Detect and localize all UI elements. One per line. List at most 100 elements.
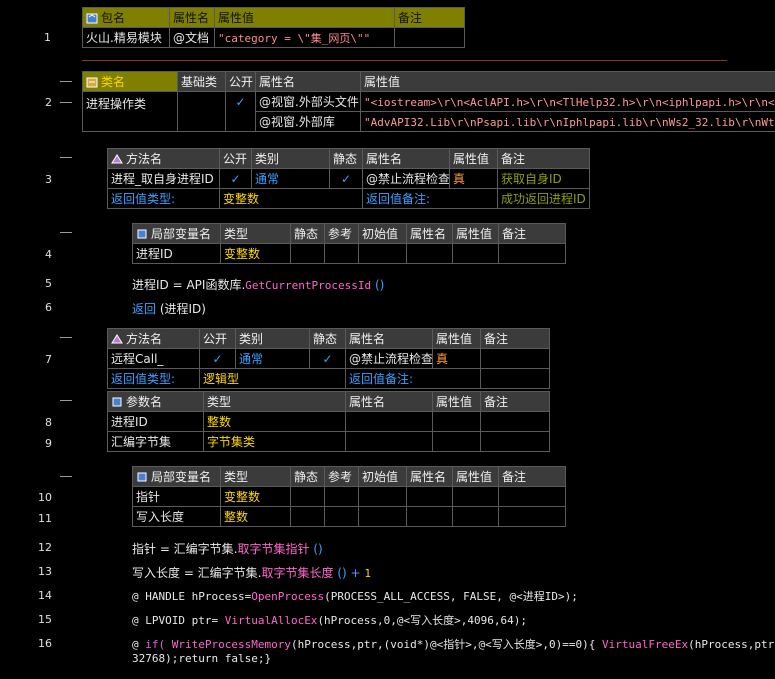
attr-name-header: 属性名 [406,223,453,244]
static-cell[interactable] [290,243,325,264]
type-cell[interactable]: 整数 [220,506,291,527]
static-check-icon[interactable]: ✓ [309,348,346,369]
note-cell[interactable] [498,243,566,264]
static-header: 静态 [290,223,325,244]
public-header: 公开 [225,71,256,92]
local-var-table: 局部变量名 类型 静态 参考 初始值 属性名 属性值 备注 指针 变整数 写入长… [132,466,566,527]
public-check-icon[interactable]: ✓ [199,348,236,369]
fold-toggle[interactable] [60,102,72,103]
ref-cell[interactable] [324,506,359,527]
category-cell[interactable]: 通常 [251,168,330,189]
note-cell[interactable] [498,506,566,527]
attr-name-cell[interactable] [406,506,453,527]
attr-name-cell[interactable] [406,486,453,507]
attr-name-cell[interactable]: @文档 [169,27,215,48]
init-value-cell[interactable] [358,506,407,527]
attr-name-header: 属性名 [362,148,450,169]
fold-toggle[interactable] [60,232,72,233]
code-line-wrap[interactable]: 32768);return false;} [132,652,271,665]
note-cell[interactable] [480,431,550,452]
code-text: 进程ID [132,278,169,292]
function-call: 取字节集长度 [261,566,334,580]
attr-value-cell[interactable]: "<iostream>\r\n<AclAPI.h>\r\n<TlHelp32.h… [360,91,775,112]
number-literal: 1 [364,567,372,580]
fold-toggle[interactable] [60,81,72,82]
local-var-name-cell[interactable]: 指针 [132,486,221,507]
note-cell[interactable] [480,411,550,432]
param-name-cell[interactable]: 进程ID [107,411,204,432]
attr-name-cell[interactable] [406,243,453,264]
line-number: 13 [38,565,52,578]
method-table: 方法名 公开 类别 静态 属性名 属性值 备注 进程_取自身进程ID ✓ 通常 … [107,148,590,209]
code-text: (进程ID) [156,302,206,316]
note-header: 备注 [394,7,465,28]
base-class-header: 基础类 [177,71,226,92]
attr-value-cell[interactable] [432,411,481,432]
fold-toggle[interactable] [60,337,72,338]
line-number: 14 [38,589,52,602]
return-type-cell[interactable]: 变整数 [219,188,363,209]
static-cell[interactable] [290,506,325,527]
type-cell[interactable]: 整数 [203,411,346,432]
attr-value-cell[interactable] [452,486,499,507]
attr-name-cell[interactable]: @禁止流程检查 [345,348,433,369]
static-cell[interactable] [290,486,325,507]
base-class-cell[interactable] [177,91,226,132]
param-name-cell[interactable]: 汇编字节集 [107,431,204,452]
attr-value-header: 属性值 [452,466,499,487]
note-cell[interactable]: 获取自身ID [497,168,590,189]
attr-name-header: 属性名 [169,7,215,28]
ref-cell[interactable] [324,243,359,264]
code-text: @ [132,638,146,651]
code-line[interactable]: 指针 = 汇编字节集.取字节集指针 () [132,540,323,557]
return-type-cell[interactable]: 逻辑型 [199,368,346,389]
note-cell[interactable] [394,27,465,48]
local-var-name-cell[interactable]: 写入长度 [132,506,221,527]
return-note-cell[interactable]: 成功返回进程ID [497,188,590,209]
note-cell[interactable] [480,348,550,369]
code-line[interactable]: @ if( WriteProcessMemory(hProcess,ptr,(v… [132,636,775,652]
attr-name-cell[interactable] [345,411,433,432]
return-note-cell[interactable] [480,368,550,389]
method-name-cell[interactable]: 远程Call_ [107,348,200,369]
class-name-cell[interactable]: 进程操作类 [82,91,178,132]
code-line[interactable]: @ LPVOID ptr= VirtualAllocEx(hProcess,0,… [132,612,527,628]
code-line[interactable]: 写入长度 = 汇编字节集.取字节集长度 () + 1 [132,564,371,581]
attr-value-cell[interactable]: "category = \"集_网页\"" [214,27,395,48]
attr-value-cell[interactable]: 真 [449,168,498,189]
code-line[interactable]: @ HANDLE hProcess=OpenProcess(PROCESS_AL… [132,588,578,604]
code-line[interactable]: 进程ID = API函数库.GetCurrentProcessId () [132,276,384,293]
attr-value-cell[interactable] [432,431,481,452]
attr-value-cell[interactable] [452,506,499,527]
attr-name-cell[interactable] [345,431,433,452]
method-name-cell[interactable]: 进程_取自身进程ID [107,168,220,189]
fold-toggle[interactable] [60,476,72,477]
attr-name-cell[interactable]: @视窗.外部库 [255,111,361,132]
line-number: 12 [38,541,52,554]
fold-toggle[interactable] [60,400,72,401]
type-cell[interactable]: 字节集类 [203,431,346,452]
attr-value-cell[interactable]: 真 [432,348,481,369]
local-var-name-cell[interactable]: 进程ID [132,243,221,264]
static-check-icon[interactable]: ✓ [329,168,363,189]
attr-name-cell[interactable]: @视窗.外部头文件 [255,91,361,112]
line-number: 15 [38,613,52,626]
attr-name-cell[interactable]: @禁止流程检查 [362,168,450,189]
attr-value-cell[interactable] [452,243,499,264]
line-number-gutter: 1 2 3 4 5 6 7 8 9 10 11 12 13 14 15 16 [0,0,82,679]
type-cell[interactable]: 变整数 [220,486,291,507]
public-check-icon[interactable]: ✓ [219,168,252,189]
init-value-header: 初始值 [358,466,407,487]
init-value-cell[interactable] [358,243,407,264]
static-header: 静态 [309,328,346,349]
package-name-cell[interactable]: 火山.精易模块 [82,27,170,48]
attr-value-cell[interactable]: "AdvAPI32.Lib\r\nPsapi.lib\r\nIphlpapi.l… [360,111,775,132]
type-cell[interactable]: 变整数 [220,243,291,264]
public-check-icon[interactable]: ✓ [225,91,256,132]
note-cell[interactable] [498,486,566,507]
init-value-cell[interactable] [358,486,407,507]
category-cell[interactable]: 通常 [235,348,310,369]
code-line[interactable]: 返回 (进程ID) [132,300,206,317]
fold-toggle[interactable] [60,157,72,158]
ref-cell[interactable] [324,486,359,507]
